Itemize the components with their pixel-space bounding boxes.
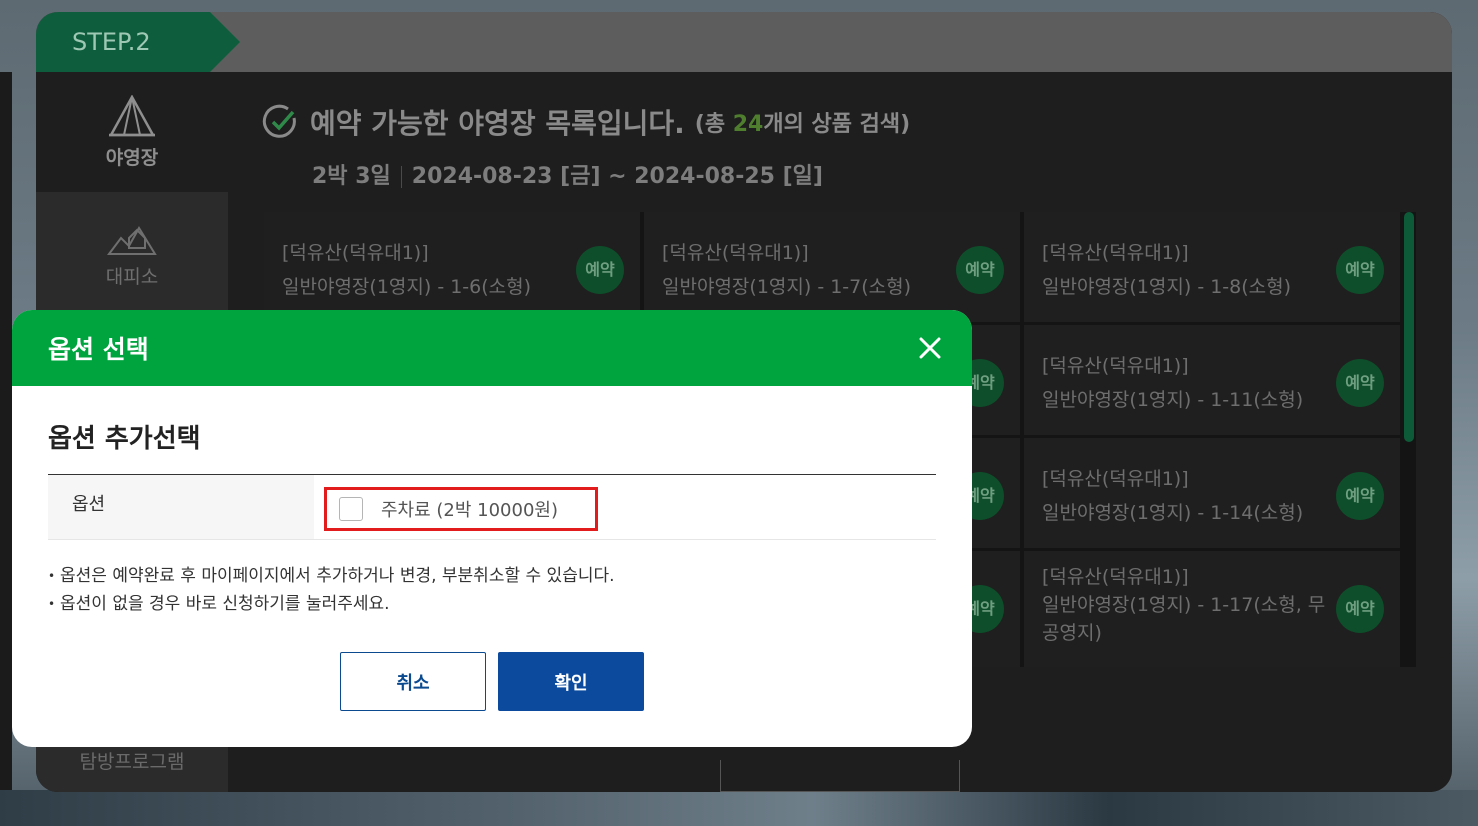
campsite-park: [덕유산(덕유대1)] — [1042, 242, 1189, 264]
close-button[interactable] — [912, 330, 948, 366]
sidebar-item-program[interactable]: 탐방프로그램 — [36, 742, 228, 792]
parking-checkbox[interactable] — [339, 497, 363, 521]
campsite-card[interactable]: [덕유산(덕유대1)] 일반야영장(1영지) - 1-14(소형) 예약 — [1024, 438, 1400, 548]
check-circle-icon — [262, 104, 296, 138]
step-label: STEP.2 — [36, 12, 240, 72]
stay-nights: 2박 3일 — [312, 164, 391, 189]
reserve-badge[interactable]: 예약 — [956, 246, 1004, 294]
campsite-name: 일반야영장(1영지) - 1-8(소형) — [1042, 276, 1292, 298]
modal-subtitle: 옵션 추가선택 — [48, 424, 201, 454]
close-icon — [919, 337, 941, 359]
sidebar-item-label: 야영장 — [105, 146, 159, 169]
sidebar-item-campground[interactable]: 야영장 — [36, 72, 228, 192]
campsite-park: [덕유산(덕유대1)] — [662, 242, 809, 264]
results-count: (총 24개의 상품 검색) — [694, 112, 911, 137]
campsite-name: 일반야영장(1영지) - 1-14(소형) — [1042, 502, 1304, 524]
background-left-strip — [0, 72, 12, 792]
step-header: STEP.2 — [36, 12, 1452, 72]
modal-notes: 옵션은 예약완료 후 마이페이지에서 추가하거나 변경, 부분취소할 수 있습니… — [48, 562, 615, 618]
sidebar-item-label: 대피소 — [105, 265, 159, 288]
campsite-card[interactable]: [덕유산(덕유대1)] 일반야영장(1영지) - 1-11(소형) 예약 — [1024, 325, 1400, 435]
reserve-badge[interactable]: 예약 — [1336, 246, 1384, 294]
reserve-badge[interactable]: 예약 — [1336, 472, 1384, 520]
grid-scrollbar[interactable] — [1404, 212, 1414, 442]
stay-date-range: 2024-08-23 [금] ~ 2024-08-25 [일] — [411, 164, 823, 189]
results-count-number: 24 — [732, 112, 764, 137]
campsite-card[interactable]: [덕유산(덕유대1)] 일반야영장(1영지) - 1-7(소형) 예약 — [644, 212, 1020, 322]
reserve-badge[interactable]: 예약 — [576, 246, 624, 294]
campsite-card[interactable]: [덕유산(덕유대1)] 일반야영장(1영지) - 1-8(소형) 예약 — [1024, 212, 1400, 322]
tent-icon — [108, 94, 156, 136]
campsite-park: [덕유산(덕유대1)] — [1042, 355, 1189, 377]
campsite-name: 일반야영장(1영지) - 1-17(소형, 무공영지) — [1042, 594, 1326, 644]
modal-title: 옵션 선택 — [48, 335, 149, 364]
modal-header: 옵션 선택 — [12, 310, 972, 386]
option-table: 옵션 주차료 (2박 10000원) — [48, 474, 936, 540]
parking-option[interactable]: 주차료 (2박 10000원) — [324, 487, 598, 531]
note-item: 옵션이 없을 경우 바로 신청하기를 눌러주세요. — [48, 590, 615, 618]
note-item: 옵션은 예약완료 후 마이페이지에서 추가하거나 변경, 부분취소할 수 있습니… — [48, 562, 615, 590]
reserve-badge[interactable]: 예약 — [1336, 359, 1384, 407]
shelter-icon — [107, 225, 157, 255]
option-modal: 옵션 선택 옵션 추가선택 옵션 주차료 (2박 10000원) 옵션은 예약완… — [12, 310, 972, 747]
option-header: 옵션 — [48, 475, 314, 539]
campsite-card[interactable]: [덕유산(덕유대1)] 일반야영장(1영지) - 1-6(소형) 예약 — [264, 212, 640, 322]
results-title: 예약 가능한 야영장 목록입니다. (총 24개의 상품 검색) — [262, 102, 910, 142]
campsite-park: [덕유산(덕유대1)] — [1042, 566, 1189, 588]
confirm-button[interactable]: 확인 — [498, 652, 644, 711]
reserve-badge[interactable]: 예약 — [1336, 585, 1384, 633]
background-mountain — [0, 790, 1478, 826]
campsite-name: 일반야영장(1영지) - 1-7(소형) — [662, 276, 912, 298]
parking-option-label[interactable]: 주차료 (2박 10000원) — [381, 496, 558, 522]
campsite-name: 일반야영장(1영지) - 1-6(소형) — [282, 276, 532, 298]
stay-dates: 2박 3일 2024-08-23 [금] ~ 2024-08-25 [일] — [312, 158, 823, 190]
campsite-card[interactable]: [덕유산(덕유대1)] 일반야영장(1영지) - 1-17(소형, 무공영지) … — [1024, 551, 1400, 667]
campsite-park: [덕유산(덕유대1)] — [282, 242, 429, 264]
campsite-park: [덕유산(덕유대1)] — [1042, 468, 1189, 490]
cancel-button[interactable]: 취소 — [340, 652, 486, 711]
sidebar-item-shelter[interactable]: 대피소 — [36, 192, 228, 312]
campsite-name: 일반야영장(1영지) - 1-11(소형) — [1042, 389, 1304, 411]
results-title-text: 예약 가능한 야영장 목록입니다. — [310, 107, 685, 140]
load-more-button[interactable] — [720, 760, 960, 792]
